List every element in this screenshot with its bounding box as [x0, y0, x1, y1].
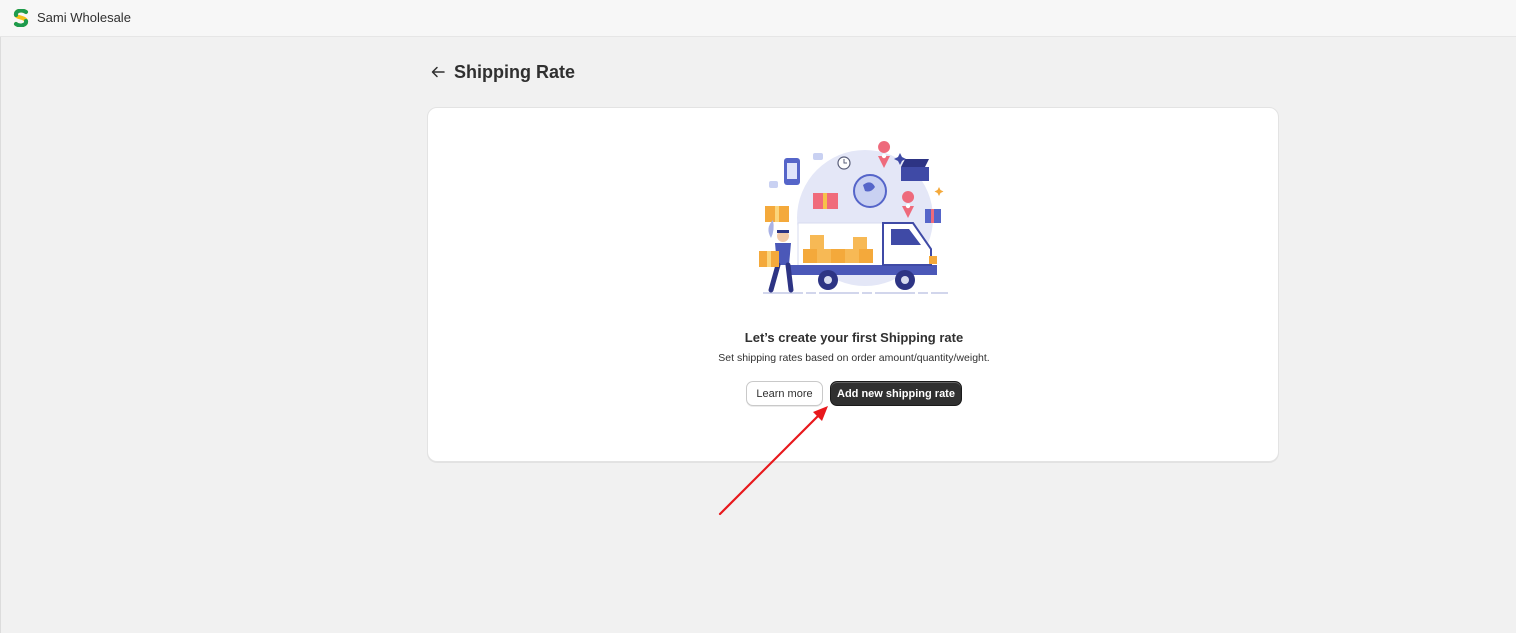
- app-logo-icon[interactable]: [13, 9, 29, 27]
- delivery-truck-illustration: [759, 141, 948, 294]
- empty-state-heading: Let’s create your first Shipping rate: [744, 330, 964, 345]
- arrow-left-icon: [431, 66, 445, 78]
- top-bar: Sami Wholesale: [0, 0, 1516, 37]
- divider: [0, 37, 1, 633]
- empty-state-description: Set shipping rates based on order amount…: [718, 352, 990, 364]
- add-new-shipping-rate-button[interactable]: Add new shipping rate: [830, 381, 962, 406]
- learn-more-button[interactable]: Learn more: [746, 381, 823, 406]
- back-button[interactable]: [428, 62, 448, 82]
- page-title: Shipping Rate: [454, 62, 575, 82]
- empty-state-card: Let’s create your first Shipping rate Se…: [427, 107, 1279, 462]
- app-name: Sami Wholesale: [37, 10, 131, 25]
